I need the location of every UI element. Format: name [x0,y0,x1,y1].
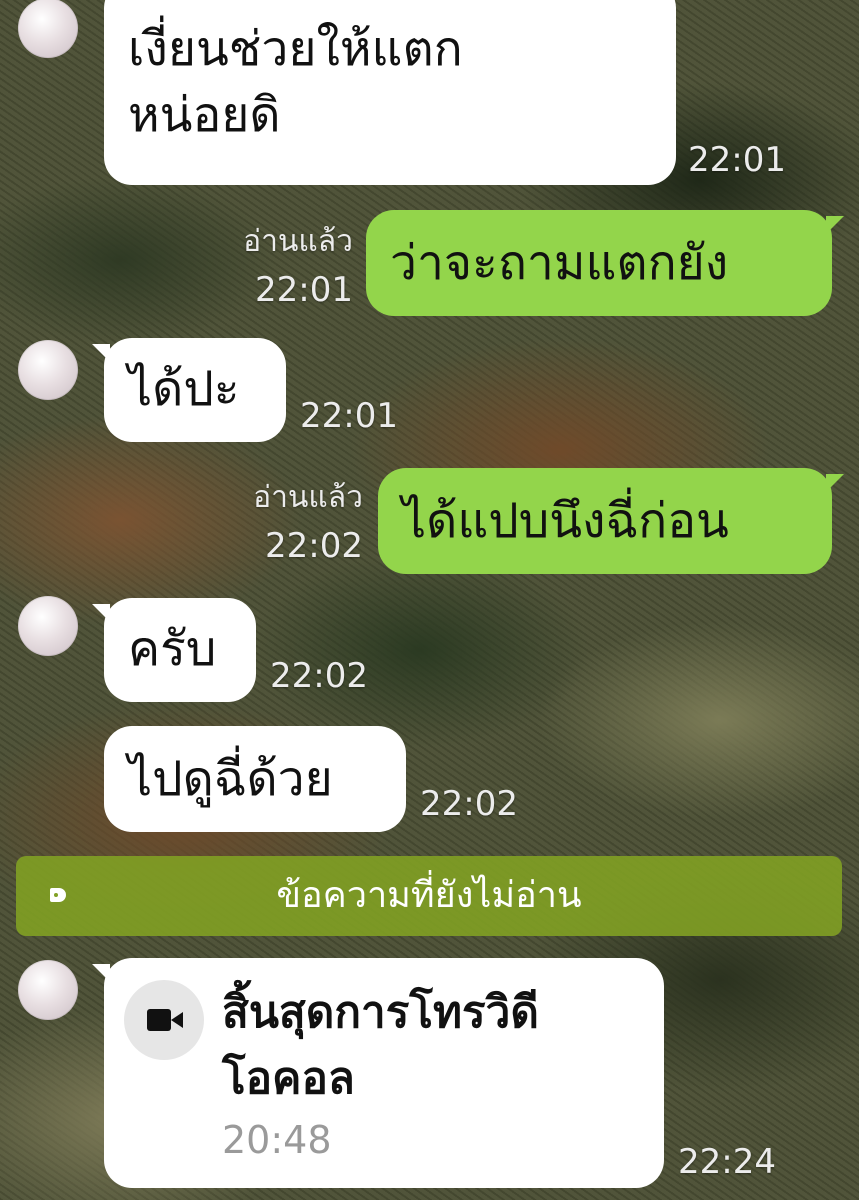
video-camera-icon [147,1009,183,1031]
message-time: 22:01 [255,270,353,310]
message-time: 22:02 [270,656,368,696]
message-text: ได้แปบนึงฉี่ก่อน [402,493,729,549]
avatar[interactable] [18,0,78,58]
message-time: 22:01 [688,140,786,180]
call-duration: 20:48 [222,1118,332,1162]
message-bubble-outgoing[interactable]: ได้แปบนึงฉี่ก่อน [378,468,844,574]
message-text: ว่าจะถามแตกยัง [390,235,729,291]
message-time: 22:02 [420,784,518,824]
message-text: ไปดูฉี่ด้วย [128,751,333,807]
message-text: เงี่ยนช่วยให้แตก หน่อยดิ [128,21,463,143]
message-time: 22:01 [300,396,398,436]
avatar[interactable] [18,340,78,400]
message-bubble-incoming[interactable]: เงี่ยนช่วยให้แตก หน่อยดิ [92,0,676,185]
read-receipt: อ่านแล้ว [253,480,363,515]
message-time: 22:24 [678,1142,776,1182]
unread-divider-label: ข้อความที่ยังไม่อ่าน [276,875,582,916]
video-call-message-bubble[interactable]: สิ้นสุดการโทรวิดีโอคอล 20:48 [92,958,664,1188]
message-text: ครับ [128,621,217,677]
message-bubble-incoming[interactable]: ครับ [92,598,256,702]
avatar[interactable] [18,596,78,656]
message-text: ได้ปะ [128,361,240,417]
unread-messages-divider: ข้อความที่ยังไม่อ่าน [16,856,842,936]
read-receipt: อ่านแล้ว [243,224,353,259]
message-bubble-outgoing[interactable]: ว่าจะถามแตกยัง [366,210,844,316]
avatar[interactable] [18,960,78,1020]
call-status-title: สิ้นสุดการโทรวิดีโอคอล [222,987,539,1104]
message-bubble-incoming[interactable]: ไปดูฉี่ด้วย [104,726,406,832]
video-call-icon [124,980,204,1060]
message-time: 22:02 [265,526,363,566]
message-bubble-incoming[interactable]: ได้ปะ [92,338,286,442]
